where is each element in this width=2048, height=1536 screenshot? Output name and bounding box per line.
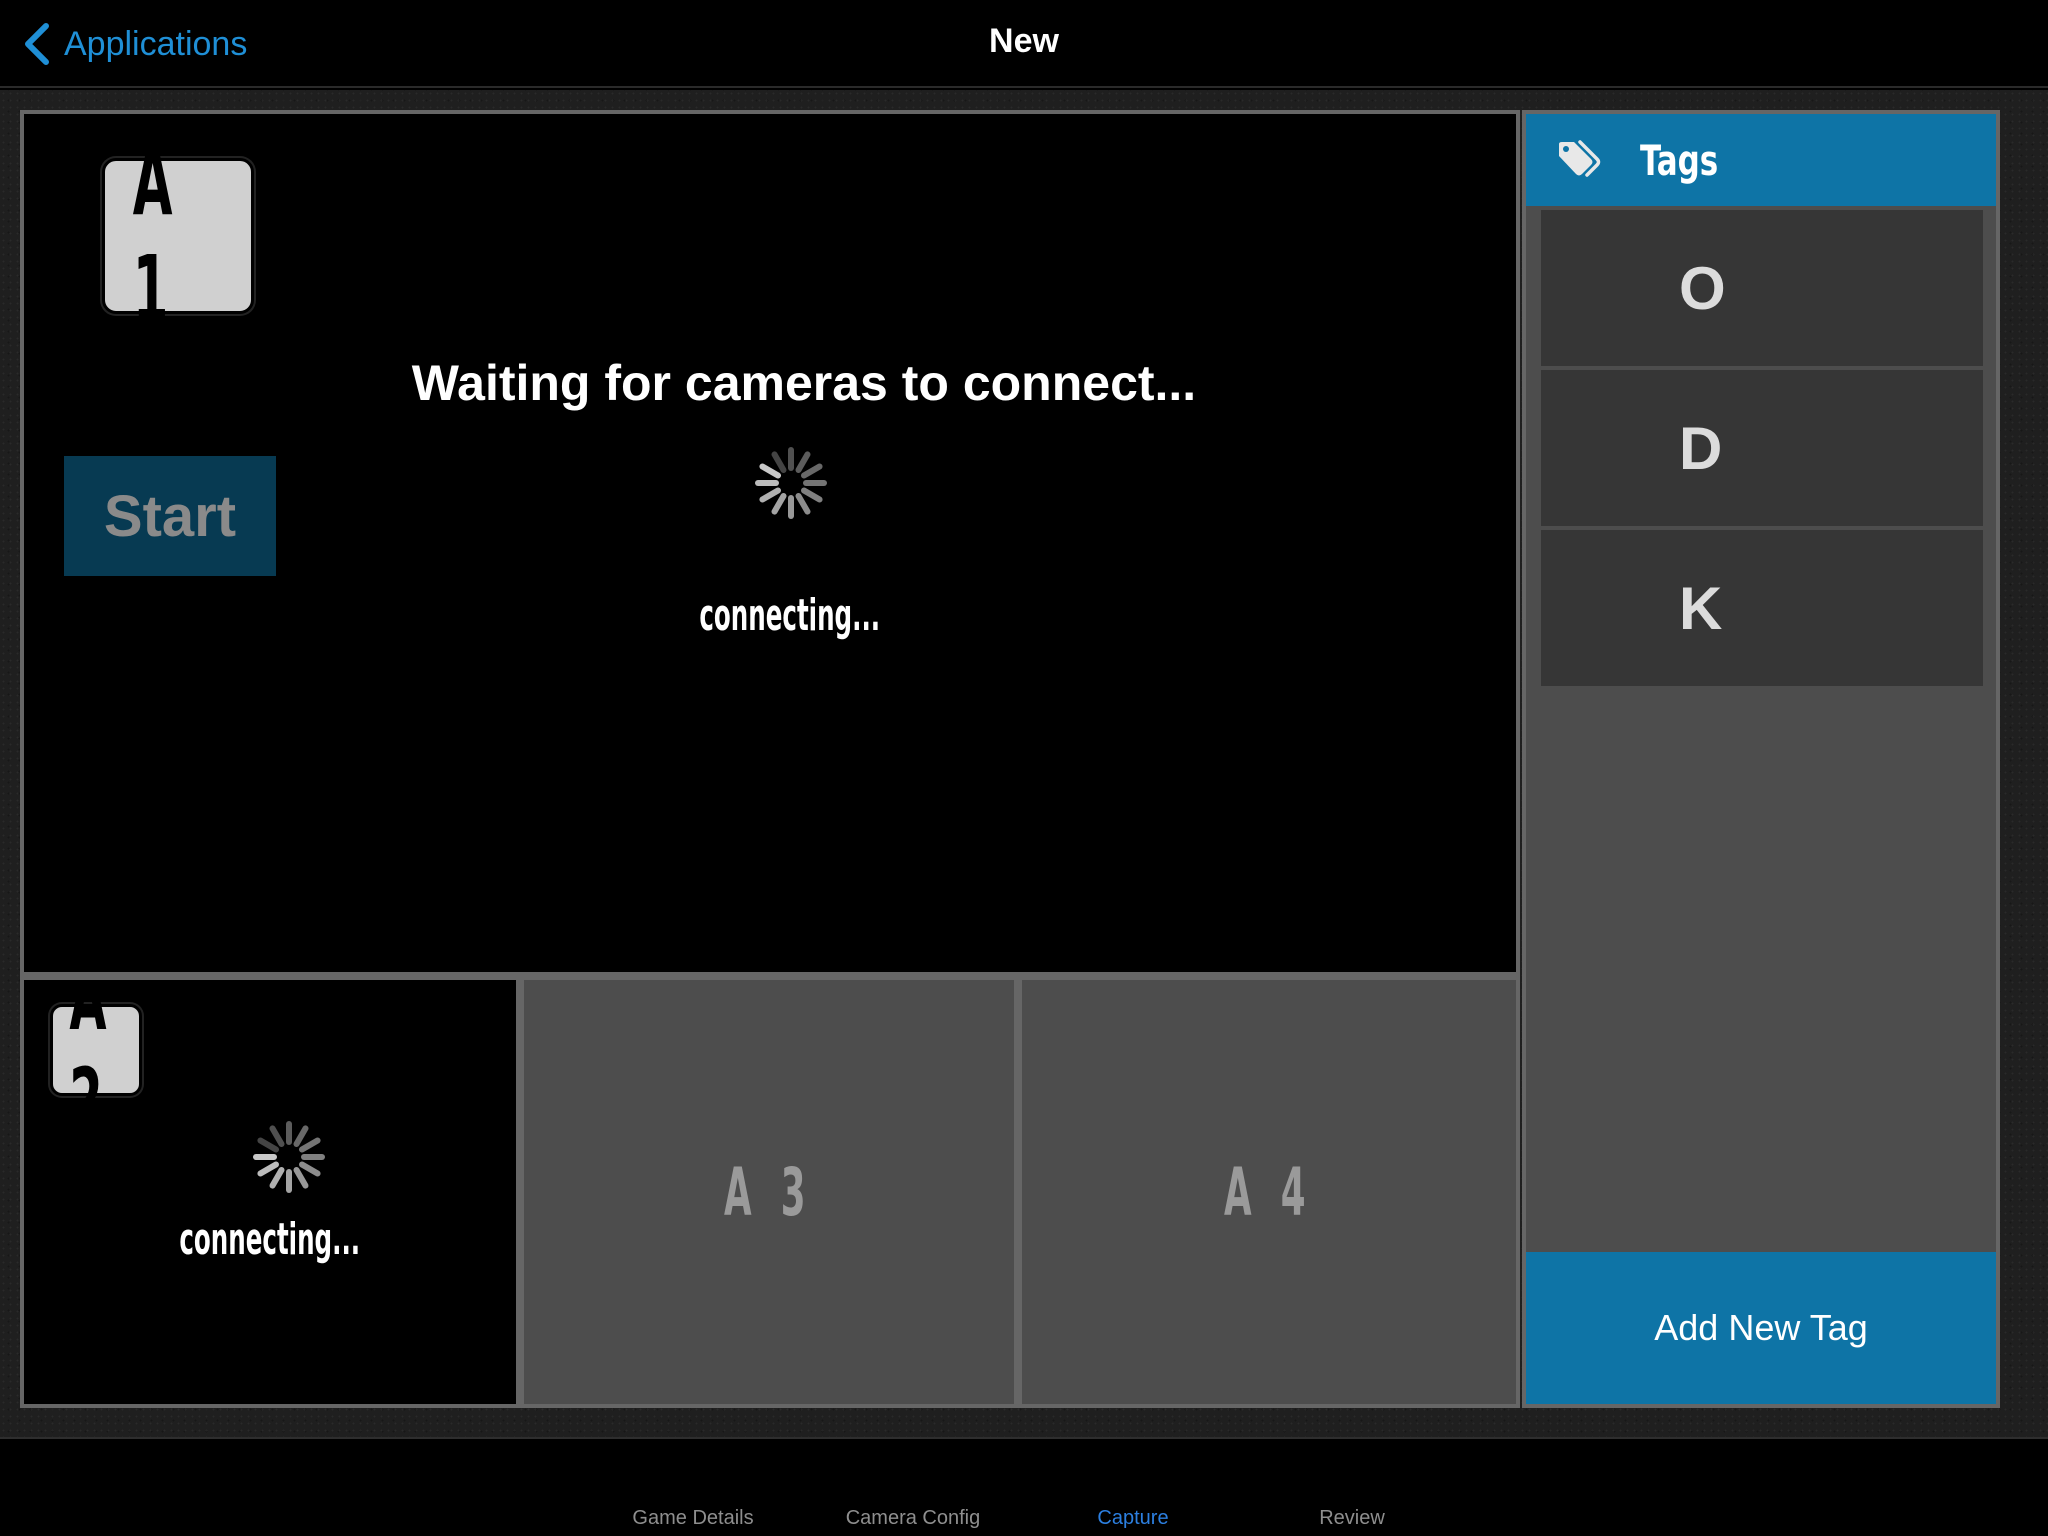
- camera-tile-a1[interactable]: A 1 Waiting for cameras to connect... St…: [24, 114, 1516, 972]
- tag-item-k[interactable]: K: [1541, 530, 1983, 686]
- spinner-spoke: [800, 463, 823, 479]
- spinner-spoke: [759, 463, 782, 479]
- camera-badge-a2: A 2: [50, 980, 142, 1150]
- loading-spinner-icon: [755, 447, 827, 519]
- camera-label-a3: A 3: [524, 980, 1014, 1404]
- tag-list: O D K: [1541, 210, 1983, 690]
- tag-item-o[interactable]: O: [1541, 210, 1983, 366]
- tags-icon: [1559, 140, 1601, 177]
- tag-item-d[interactable]: D: [1541, 370, 1983, 526]
- waiting-message: Waiting for cameras to connect...: [411, 355, 1197, 411]
- spinner-spoke: [257, 1137, 280, 1153]
- spinner-spoke: [257, 1161, 280, 1177]
- tab-game-details[interactable]: Game Details: [632, 1507, 753, 1530]
- camera-tile-a2[interactable]: A 2 connecting...: [24, 980, 516, 1404]
- tag-label: K: [1679, 574, 1723, 642]
- camera-label-a4: A 4: [1022, 980, 1516, 1404]
- camera-label-text: A 3: [724, 1153, 814, 1231]
- spinner-spoke: [795, 451, 811, 474]
- tab-review[interactable]: Review: [1319, 1507, 1385, 1530]
- loading-spinner-icon: [253, 1121, 325, 1193]
- tag-label: D: [1679, 414, 1723, 482]
- spinner-spoke: [771, 492, 787, 515]
- camera-badge-a1: A 1: [102, 129, 254, 343]
- camera-status-a1: connecting...: [24, 590, 1516, 641]
- tags-panel-body: Tags O D K Add New Tag: [1526, 114, 1996, 1404]
- spinner-spoke: [293, 1125, 309, 1148]
- add-new-tag-button[interactable]: Add New Tag: [1526, 1252, 1996, 1404]
- tags-title: Tags: [1640, 136, 1735, 185]
- camera-badge-label: A 2: [69, 980, 111, 1150]
- tag-label: O: [1679, 254, 1726, 322]
- navigation-bar: Applications New: [0, 0, 2048, 88]
- tags-panel: Tags O D K Add New Tag: [1522, 110, 2000, 1408]
- camera-status-text: connecting...: [699, 590, 881, 641]
- spinner-spoke: [269, 1166, 285, 1189]
- tab-camera-config[interactable]: Camera Config: [846, 1507, 981, 1530]
- camera-tile-a4[interactable]: A 4: [1022, 980, 1516, 1404]
- camera-status-text: connecting...: [179, 1214, 361, 1265]
- spinner-spoke: [771, 451, 787, 474]
- camera-grid: A 1 Waiting for cameras to connect... St…: [20, 110, 1520, 1408]
- spinner-spoke: [759, 487, 782, 503]
- tab-capture[interactable]: Capture: [1097, 1507, 1168, 1530]
- camera-label-text: A 4: [1224, 1153, 1314, 1231]
- tags-header: Tags: [1526, 114, 1996, 206]
- tab-bar: Game Details Camera Config Capture Revie…: [0, 1437, 2048, 1536]
- spinner-spoke: [293, 1166, 309, 1189]
- page-title: New: [989, 22, 1059, 60]
- camera-status-a2: connecting...: [24, 1214, 516, 1265]
- spinner-spoke: [298, 1161, 321, 1177]
- spinner-spoke: [269, 1125, 285, 1148]
- start-button[interactable]: Start: [64, 456, 276, 576]
- spinner-spoke: [795, 492, 811, 515]
- tags-title-text: Tags: [1640, 136, 1719, 185]
- spinner-spoke: [298, 1137, 321, 1153]
- camera-tile-a3[interactable]: A 3: [524, 980, 1014, 1404]
- spinner-spoke: [800, 487, 823, 503]
- camera-badge-label: A 1: [132, 129, 177, 343]
